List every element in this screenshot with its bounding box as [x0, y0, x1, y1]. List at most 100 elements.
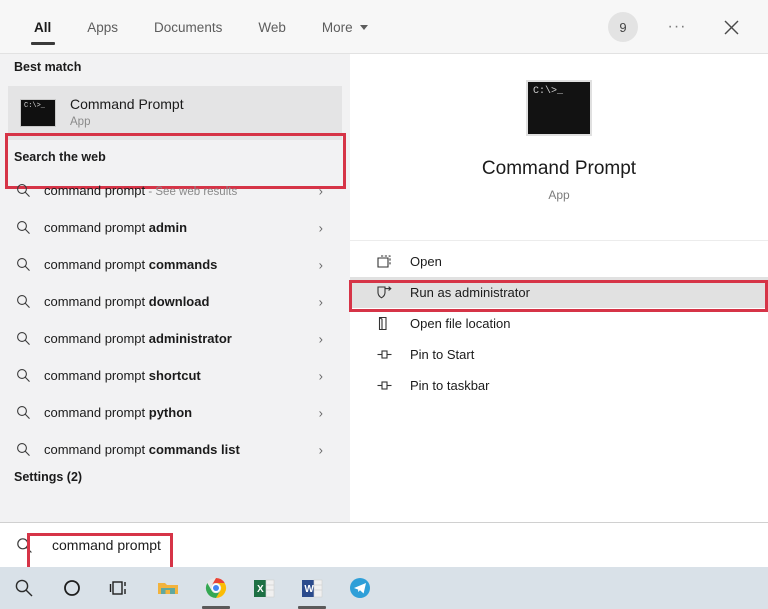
tab-web-label: Web [258, 19, 286, 35]
list-item[interactable]: command prompt python › [0, 394, 350, 431]
suggestion-query-3: command prompt [44, 294, 149, 309]
settings-heading: Settings (2) [14, 470, 83, 484]
app-actions-list: Open Run as administrator Open file loca… [350, 246, 768, 401]
search-the-web-heading: Search the web [14, 150, 106, 164]
action-pin-to-taskbar-label: Pin to taskbar [410, 378, 490, 393]
search-icon [8, 442, 38, 457]
chevron-right-icon[interactable]: › [319, 331, 323, 346]
search-box[interactable] [0, 522, 768, 567]
taskbar-cortana-icon[interactable] [48, 567, 96, 609]
search-icon [8, 368, 38, 383]
more-options-icon[interactable]: ··· [664, 14, 690, 40]
tab-apps-label: Apps [87, 19, 119, 35]
suggestion-query-1: command prompt [44, 220, 149, 235]
suggestion-query-0: command prompt [44, 183, 146, 198]
tab-all[interactable]: All [16, 0, 69, 54]
suggestion-query-2: command prompt [44, 257, 149, 272]
close-icon[interactable] [716, 12, 746, 42]
best-match-heading: Best match [14, 60, 82, 74]
tab-more[interactable]: More [304, 0, 386, 54]
search-the-web-section: Search the web [0, 150, 350, 164]
svg-text:X: X [257, 584, 264, 595]
suggestion-bold-1: admin [148, 220, 188, 235]
chevron-right-icon[interactable]: › [319, 183, 323, 198]
search-icon [12, 537, 36, 554]
chevron-right-icon[interactable]: › [319, 220, 323, 235]
taskbar-file-explorer-icon[interactable] [144, 567, 192, 609]
list-item[interactable]: command prompt - See web results › [0, 172, 350, 209]
list-item[interactable]: command prompt admin › [0, 209, 350, 246]
search-icon [8, 183, 38, 198]
open-window-icon [370, 254, 398, 269]
taskbar-telegram-icon[interactable] [336, 567, 384, 609]
action-open-file-location-label: Open file location [410, 316, 511, 331]
search-icon [8, 220, 38, 235]
search-filter-bar: All Apps Documents Web More 9 ··· [0, 0, 768, 54]
window-controls: 9 ··· [608, 0, 768, 54]
taskbar-word-icon[interactable]: W [288, 567, 336, 609]
search-icon [8, 294, 38, 309]
best-match-text: Command Prompt App [70, 96, 184, 130]
list-item-label: command prompt - See web results [44, 183, 237, 198]
chevron-right-icon[interactable]: › [319, 405, 323, 420]
suggestion-bold-6: python [148, 405, 193, 420]
search-icon [8, 257, 38, 272]
chevron-right-icon[interactable]: › [319, 368, 323, 383]
app-detail-panel: C:\>_ Command Prompt App Open Run as adm… [350, 54, 768, 522]
list-item-label: command prompt python [44, 405, 192, 420]
tab-apps[interactable]: Apps [69, 0, 136, 54]
taskbar-task-view-icon[interactable] [96, 567, 144, 609]
tab-more-label: More [321, 19, 353, 35]
settings-section: Settings (2) [0, 470, 350, 484]
command-prompt-icon-glyph: C:\>_ [533, 86, 564, 97]
list-item-label: command prompt download [44, 294, 209, 309]
folder-icon [370, 316, 398, 331]
command-prompt-icon-glyph: C:\>_ [24, 102, 46, 110]
chevron-right-icon[interactable]: › [319, 442, 323, 457]
suggestion-suffix-0: - See web results [145, 186, 238, 198]
taskbar-search-icon[interactable] [0, 567, 48, 609]
list-item[interactable]: command prompt administrator › [0, 320, 350, 357]
tab-documents[interactable]: Documents [136, 0, 240, 54]
search-input[interactable] [50, 536, 354, 554]
filter-tabs: All Apps Documents Web More [16, 0, 386, 54]
suggestion-bold-2: commands [148, 257, 218, 272]
action-open-file-location[interactable]: Open file location [350, 308, 768, 339]
list-item-label: command prompt commands [44, 257, 217, 272]
search-results-panel: Best match C:\>_ Command Prompt App Sear… [0, 54, 350, 522]
suggestion-query-4: command prompt [44, 331, 149, 346]
notification-badge[interactable]: 9 [608, 12, 638, 42]
chevron-right-icon[interactable]: › [319, 257, 323, 272]
suggestion-bold-7: commands list [148, 442, 240, 457]
tab-web[interactable]: Web [240, 0, 304, 54]
shield-icon [370, 285, 398, 300]
suggestion-bold-4: administrator [148, 331, 232, 346]
best-match-result-command-prompt[interactable]: C:\>_ Command Prompt App [8, 86, 342, 140]
list-item[interactable]: command prompt shortcut › [0, 357, 350, 394]
action-pin-to-start[interactable]: Pin to Start [350, 339, 768, 370]
action-run-as-administrator[interactable]: Run as administrator [350, 277, 768, 308]
best-match-title: Command Prompt [70, 96, 184, 112]
taskbar-chrome-icon[interactable] [192, 567, 240, 609]
suggestion-bold-5: shortcut [148, 368, 201, 383]
tab-documents-label: Documents [154, 19, 223, 35]
list-item[interactable]: command prompt commands list › [0, 431, 350, 468]
svg-text:W: W [304, 584, 314, 595]
list-item[interactable]: command prompt download › [0, 283, 350, 320]
best-match-section: Best match C:\>_ Command Prompt App [0, 60, 350, 140]
chevron-right-icon[interactable]: › [319, 294, 323, 309]
command-prompt-icon: C:\>_ [20, 99, 56, 127]
pin-icon [370, 347, 398, 362]
search-icon [8, 331, 38, 346]
pin-icon [370, 378, 398, 393]
taskbar-excel-icon[interactable]: X [240, 567, 288, 609]
list-item[interactable]: command prompt commands › [0, 246, 350, 283]
best-match-subtitle: App [70, 116, 91, 128]
app-title: Command Prompt [481, 158, 637, 179]
action-pin-to-taskbar[interactable]: Pin to taskbar [350, 370, 768, 401]
active-tab-underline [30, 42, 55, 45]
action-open[interactable]: Open [350, 246, 768, 277]
list-item-label: command prompt administrator [44, 331, 232, 346]
action-pin-to-start-label: Pin to Start [410, 347, 475, 362]
suggestion-query-7: command prompt [44, 442, 149, 457]
